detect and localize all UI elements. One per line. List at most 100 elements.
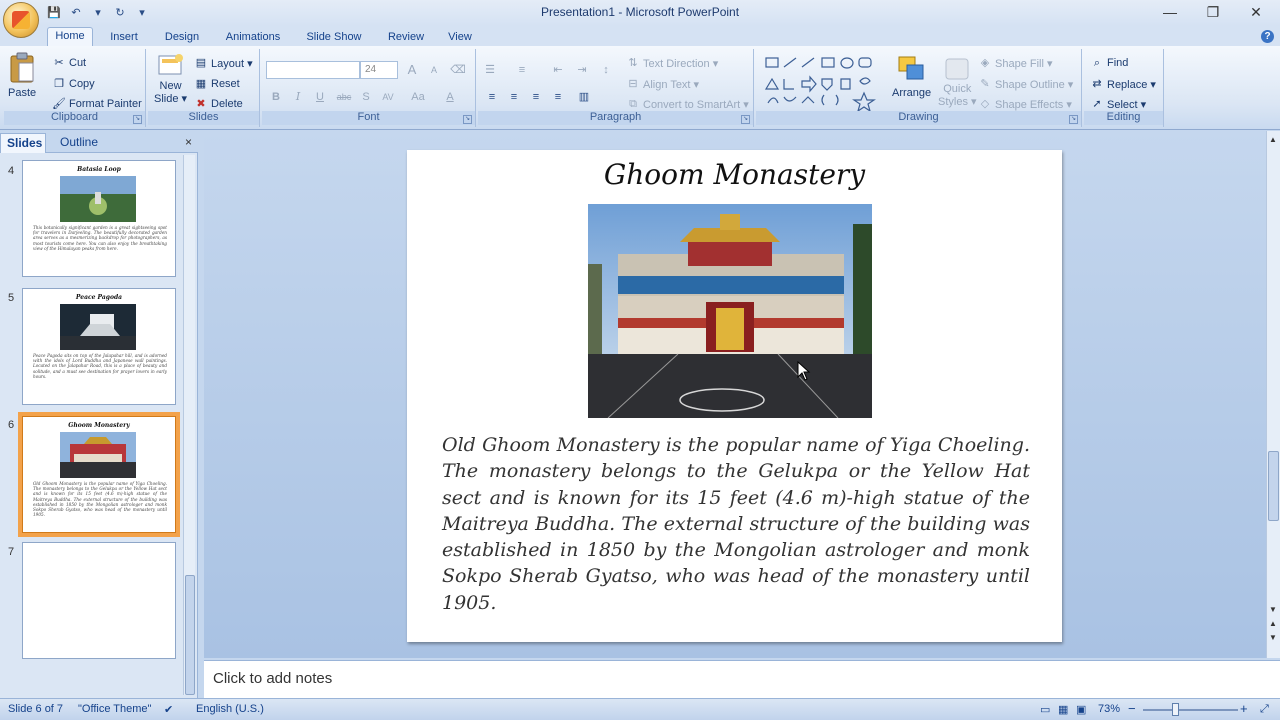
justify-icon[interactable]: ≡ bbox=[548, 88, 568, 106]
line-spacing-icon[interactable]: ↕ bbox=[596, 61, 616, 79]
slide-number: 4 bbox=[8, 165, 15, 177]
scroll-up-icon[interactable]: ▲ bbox=[1269, 135, 1277, 144]
restore-button[interactable]: ❐ bbox=[1195, 2, 1231, 22]
find-label: Find bbox=[1107, 57, 1129, 69]
tab-design[interactable]: Design bbox=[160, 29, 204, 47]
tab-outline[interactable]: Outline bbox=[54, 133, 104, 153]
pointer-icon: ➚ bbox=[1092, 98, 1102, 110]
tab-review[interactable]: Review bbox=[384, 29, 428, 47]
clear-formatting-icon[interactable]: ⌫ bbox=[448, 61, 468, 79]
slide-thumbnail-5[interactable]: Peace Pagoda Peace Pagoda sits on top of… bbox=[22, 288, 176, 405]
grow-font-icon[interactable]: A bbox=[402, 61, 422, 79]
align-center-icon[interactable]: ≡ bbox=[504, 88, 524, 106]
minimize-button[interactable]: — bbox=[1152, 2, 1188, 22]
increase-indent-icon[interactable]: ⇥ bbox=[572, 61, 592, 79]
slides-scrollbar[interactable] bbox=[183, 155, 195, 695]
next-slide-icon[interactable]: ▼ bbox=[1269, 633, 1277, 642]
copy-button[interactable]: ❐ Copy bbox=[52, 77, 95, 91]
help-icon[interactable]: ? bbox=[1261, 30, 1274, 43]
tab-animations[interactable]: Animations bbox=[222, 29, 284, 47]
office-button[interactable] bbox=[3, 2, 39, 38]
decrease-indent-icon[interactable]: ⇤ bbox=[548, 61, 568, 79]
slide-sorter-icon[interactable]: ▦ bbox=[1058, 703, 1068, 716]
character-spacing-icon[interactable]: AV bbox=[378, 88, 398, 106]
delete-button[interactable]: ✖ Delete bbox=[194, 97, 242, 111]
scroll-thumb[interactable] bbox=[185, 575, 195, 695]
notes-placeholder[interactable]: Click to add notes bbox=[213, 670, 332, 687]
cut-button[interactable]: ✂ Cut bbox=[52, 56, 86, 70]
quick-styles-button[interactable]: Quick Styles ▾ bbox=[938, 55, 977, 108]
slide-number: 6 bbox=[8, 419, 15, 431]
align-left-icon[interactable]: ≡ bbox=[482, 88, 502, 106]
numbering-icon[interactable]: ≡ bbox=[512, 61, 532, 79]
slide-thumbnail-4[interactable]: Batasia Loop This botanically significan… bbox=[22, 160, 176, 277]
scroll-down-icon[interactable]: ▼ bbox=[1269, 605, 1277, 614]
spell-check-icon[interactable]: ✔ bbox=[164, 703, 173, 716]
bold-icon[interactable]: B bbox=[266, 88, 286, 106]
zoom-level[interactable]: 73% bbox=[1098, 703, 1120, 715]
strikethrough-icon[interactable]: abc bbox=[334, 88, 354, 106]
font-size-box[interactable]: 24 bbox=[360, 61, 398, 79]
change-case-icon[interactable]: Aa bbox=[408, 88, 428, 106]
fit-to-window-icon[interactable]: ⤢ bbox=[1260, 703, 1269, 716]
layout-button[interactable]: ▤ Layout ▾ bbox=[194, 56, 253, 70]
shape-effects-button[interactable]: ◇ Shape Effects ▾ bbox=[978, 97, 1072, 111]
slide-thumbnail-6[interactable]: Ghoom Monastery Old Ghoom Monastery is t… bbox=[22, 416, 176, 533]
thumb-image bbox=[60, 176, 136, 222]
slide-canvas[interactable]: Ghoom Monastery Old Ghoom Monastery is t… bbox=[407, 150, 1062, 642]
font-name-box[interactable] bbox=[266, 61, 360, 79]
paragraph-launcher-icon[interactable]: ↘ bbox=[741, 115, 750, 124]
align-right-icon[interactable]: ≡ bbox=[526, 88, 546, 106]
format-painter-button[interactable]: 🖌 Format Painter bbox=[52, 97, 142, 111]
slide-number: 7 bbox=[8, 546, 15, 558]
slide-scrollbar[interactable]: ▲ ▼ ▲ ▼ bbox=[1266, 131, 1280, 658]
reset-button[interactable]: ▦ Reset bbox=[194, 77, 240, 91]
shape-outline-button[interactable]: ✎ Shape Outline ▾ bbox=[978, 77, 1073, 91]
paste-button[interactable]: Paste bbox=[8, 51, 36, 99]
zoom-in-icon[interactable]: + bbox=[1240, 701, 1248, 716]
tab-view[interactable]: View bbox=[444, 29, 476, 47]
tab-slide-show[interactable]: Slide Show bbox=[302, 29, 366, 47]
zoom-out-icon[interactable]: − bbox=[1128, 701, 1136, 716]
previous-slide-icon[interactable]: ▲ bbox=[1269, 619, 1277, 628]
font-color-icon[interactable]: A bbox=[440, 88, 460, 106]
scissors-icon: ✂ bbox=[54, 57, 64, 69]
slide-show-icon[interactable]: ▣ bbox=[1076, 703, 1086, 716]
monastery-photo[interactable] bbox=[588, 204, 872, 418]
find-button[interactable]: ⌕ Find bbox=[1090, 56, 1129, 70]
clipboard-launcher-icon[interactable]: ↘ bbox=[133, 115, 142, 124]
drawing-launcher-icon[interactable]: ↘ bbox=[1069, 115, 1078, 124]
zoom-slider-handle[interactable] bbox=[1172, 703, 1179, 716]
notes-pane[interactable]: Click to add notes bbox=[204, 660, 1280, 698]
tab-slides[interactable]: Slides bbox=[0, 133, 46, 153]
reset-icon: ▦ bbox=[195, 78, 207, 90]
zoom-slider[interactable] bbox=[1143, 709, 1238, 711]
slide-title[interactable]: Ghoom Monastery bbox=[407, 158, 1062, 191]
shape-fill-button[interactable]: ◈ Shape Fill ▾ bbox=[978, 56, 1053, 70]
slide-thumbnail-7[interactable] bbox=[22, 542, 176, 659]
layout-label: Layout ▾ bbox=[211, 57, 253, 70]
align-text-button[interactable]: ⊟ Align Text ▾ bbox=[626, 77, 699, 91]
underline-icon[interactable]: U bbox=[310, 88, 330, 106]
replace-icon: ⇄ bbox=[1092, 78, 1102, 90]
font-launcher-icon[interactable]: ↘ bbox=[463, 115, 472, 124]
shadow-icon[interactable]: S bbox=[356, 88, 376, 106]
tab-insert[interactable]: Insert bbox=[104, 29, 144, 47]
close-pane-icon[interactable]: × bbox=[185, 135, 192, 149]
scroll-thumb[interactable] bbox=[1268, 451, 1279, 521]
columns-icon[interactable]: ▥ bbox=[574, 88, 594, 106]
bullets-icon[interactable]: ☰ bbox=[480, 61, 500, 79]
italic-icon[interactable]: I bbox=[288, 88, 308, 106]
replace-button[interactable]: ⇄ Replace ▾ bbox=[1090, 77, 1156, 91]
new-slide-button[interactable]: New Slide ▾ bbox=[154, 52, 187, 105]
shrink-font-icon[interactable]: A bbox=[424, 61, 444, 79]
select-button[interactable]: ➚ Select ▾ bbox=[1090, 97, 1146, 111]
shapes-gallery-icon[interactable] bbox=[764, 55, 884, 111]
convert-smartart-button[interactable]: ⧉ Convert to SmartArt ▾ bbox=[626, 97, 749, 111]
arrange-button[interactable]: Arrange bbox=[892, 55, 931, 99]
tab-home[interactable]: Home bbox=[47, 27, 93, 47]
slide-body-text[interactable]: Old Ghoom Monastery is the popular name … bbox=[442, 432, 1030, 616]
normal-view-icon[interactable]: ▭ bbox=[1040, 703, 1050, 716]
text-direction-button[interactable]: ⇅ Text Direction ▾ bbox=[626, 56, 718, 70]
close-button[interactable]: ✕ bbox=[1238, 2, 1274, 22]
